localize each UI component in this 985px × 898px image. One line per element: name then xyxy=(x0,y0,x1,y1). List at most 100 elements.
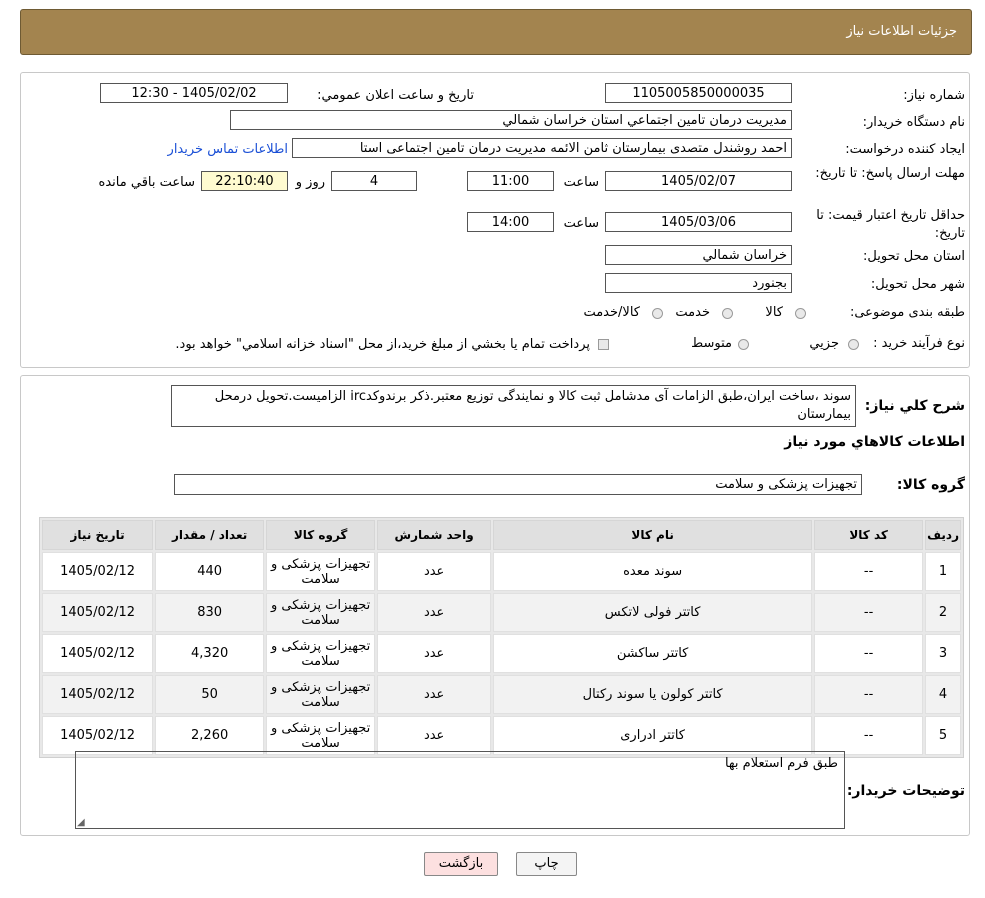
description-label: شرح كلي نياز: xyxy=(864,398,965,414)
row-qty: 830 xyxy=(155,593,265,632)
row-group: تجهیزات پزشکی و سلامت xyxy=(266,716,376,755)
row-name: سوند معده xyxy=(493,552,813,591)
category-label: طبقه بندی موضوعی: xyxy=(849,305,965,320)
category-service-radio[interactable] xyxy=(722,308,733,319)
validity-time-label: ساعت xyxy=(563,216,599,231)
category-both-radio[interactable] xyxy=(652,308,663,319)
col-index: رديف xyxy=(925,520,961,550)
deadline-time-label: ساعت xyxy=(563,175,599,190)
col-name: نام کالا xyxy=(493,520,813,550)
goods-group-field: تجهيزات پزشکی و سلامت xyxy=(174,474,862,495)
row-name: کاتتر ادراری xyxy=(493,716,813,755)
creator-label: ايجاد کننده درخواست: xyxy=(845,142,965,157)
city-field: بجنورد xyxy=(605,273,792,293)
row-index: 3 xyxy=(925,634,961,673)
row-index: 2 xyxy=(925,593,961,632)
province-label: استان محل تحويل: xyxy=(863,249,965,264)
row-unit: عدد xyxy=(377,675,492,714)
process-note: پرداخت تمام يا بخشي از مبلغ خريد،از محل … xyxy=(175,337,590,352)
col-group: گروه کالا xyxy=(266,520,376,550)
row-unit: عدد xyxy=(377,716,492,755)
deadline-date-field: 1405/02/07 xyxy=(605,171,792,191)
row-qty: 4,320 xyxy=(155,634,265,673)
row-code: -- xyxy=(814,634,924,673)
col-code: کد کالا xyxy=(814,520,924,550)
process-label: نوع فرآيند خريد : xyxy=(873,336,965,351)
days-label: روز و xyxy=(295,175,325,190)
row-group: تجهیزات پزشکی و سلامت xyxy=(266,593,376,632)
creator-field: احمد روشندل متصدی بیمارستان ثامن الائمه … xyxy=(292,138,792,158)
row-date: 1405/02/12 xyxy=(42,634,154,673)
row-qty: 2,260 xyxy=(155,716,265,755)
row-unit: عدد xyxy=(377,634,492,673)
city-label: شهر محل تحويل: xyxy=(870,277,965,292)
row-index: 5 xyxy=(925,716,961,755)
row-qty: 50 xyxy=(155,675,265,714)
row-group: تجهیزات پزشکی و سلامت xyxy=(266,634,376,673)
deadline-label: مهلت ارسال پاسخ: تا تاريخ: xyxy=(815,166,965,181)
remaining-time-field: 22:10:40 xyxy=(201,171,288,191)
buyer-org-label: نام دستگاه خريدار: xyxy=(862,115,965,130)
row-code: -- xyxy=(814,675,924,714)
row-name: کاتتر ساکشن xyxy=(493,634,813,673)
goods-table-header: رديف کد کالا نام کالا واحد شمارش گروه کا… xyxy=(42,520,961,550)
process-minor-label: جزيي xyxy=(809,336,839,351)
goods-title: اطلاعات كالاهاي مورد نياز xyxy=(784,434,965,450)
row-name: کاتتر فولی لاتکس xyxy=(493,593,813,632)
row-unit: عدد xyxy=(377,552,492,591)
row-index: 4 xyxy=(925,675,961,714)
process-medium-label: متوسط xyxy=(691,336,732,351)
goods-table: رديف کد کالا نام کالا واحد شمارش گروه کا… xyxy=(39,517,964,758)
category-both-label: کالا/خدمت xyxy=(583,305,640,320)
page-title: جزئيات اطلاعات نياز xyxy=(846,24,957,39)
need-number-field: 1105005850000035 xyxy=(605,83,792,103)
row-unit: عدد xyxy=(377,593,492,632)
validity-time-field: 14:00 xyxy=(467,212,554,232)
deadline-time-field: 11:00 xyxy=(467,171,554,191)
goods-group-label: گروه كالا: xyxy=(896,477,965,493)
process-minor-radio[interactable] xyxy=(848,339,859,350)
resize-grip-icon[interactable]: ◢ xyxy=(77,817,85,828)
row-date: 1405/02/12 xyxy=(42,716,154,755)
table-row: 1 -- سوند معده عدد تجهیزات پزشکی و سلامت… xyxy=(42,552,961,591)
table-row: 3 -- کاتتر ساکشن عدد تجهیزات پزشکی و سلا… xyxy=(42,634,961,673)
row-date: 1405/02/12 xyxy=(42,675,154,714)
row-name: کاتتر کولون یا سوند رکتال xyxy=(493,675,813,714)
row-date: 1405/02/12 xyxy=(42,552,154,591)
row-code: -- xyxy=(814,716,924,755)
row-date: 1405/02/12 xyxy=(42,593,154,632)
row-index: 1 xyxy=(925,552,961,591)
row-qty: 440 xyxy=(155,552,265,591)
row-group: تجهیزات پزشکی و سلامت xyxy=(266,552,376,591)
back-button[interactable]: بازگشت xyxy=(424,852,498,876)
print-button[interactable]: چاپ xyxy=(516,852,577,876)
buyer-notes-field: طبق فرم استعلام بها xyxy=(75,751,845,829)
table-row: 4 -- کاتتر کولون یا سوند رکتال عدد تجهیز… xyxy=(42,675,961,714)
row-code: -- xyxy=(814,593,924,632)
announce-field: 1405/02/02 - 12:30 xyxy=(100,83,288,103)
process-treasury-checkbox[interactable] xyxy=(598,339,609,350)
description-field: سوند ،ساخت ایران،طبق الزامات آی مدشامل ث… xyxy=(171,385,856,427)
validity-date-field: 1405/03/06 xyxy=(605,212,792,232)
remaining-label: ساعت باقي مانده xyxy=(98,175,195,190)
col-qty: تعداد / مقدار xyxy=(155,520,265,550)
col-date: تاريخ نياز xyxy=(42,520,154,550)
table-row: 2 -- کاتتر فولی لاتکس عدد تجهیزات پزشکی … xyxy=(42,593,961,632)
days-field: 4 xyxy=(331,171,417,191)
row-code: -- xyxy=(814,552,924,591)
category-goods-radio[interactable] xyxy=(795,308,806,319)
category-goods-label: کالا xyxy=(765,305,783,320)
need-number-label: شماره نياز: xyxy=(903,88,965,103)
buyer-contact-link[interactable]: اطلاعات تماس خريدار xyxy=(168,142,288,157)
page-header: جزئيات اطلاعات نياز xyxy=(20,9,972,55)
buyer-notes-label: توضيحات خريدار: xyxy=(846,783,965,799)
row-group: تجهیزات پزشکی و سلامت xyxy=(266,675,376,714)
province-field: خراسان شمالي xyxy=(605,245,792,265)
buyer-org-field: مديريت درمان تامين اجتماعي استان خراسان … xyxy=(230,110,792,130)
category-service-label: خدمت xyxy=(675,305,710,320)
validity-label: حداقل تاريخ اعتبار قيمت: تا تاريخ: xyxy=(816,208,965,241)
col-unit: واحد شمارش xyxy=(377,520,492,550)
process-medium-radio[interactable] xyxy=(738,339,749,350)
announce-label: تاريخ و ساعت اعلان عمومي: xyxy=(317,88,474,103)
table-row: 5 -- کاتتر ادراری عدد تجهیزات پزشکی و سل… xyxy=(42,716,961,755)
